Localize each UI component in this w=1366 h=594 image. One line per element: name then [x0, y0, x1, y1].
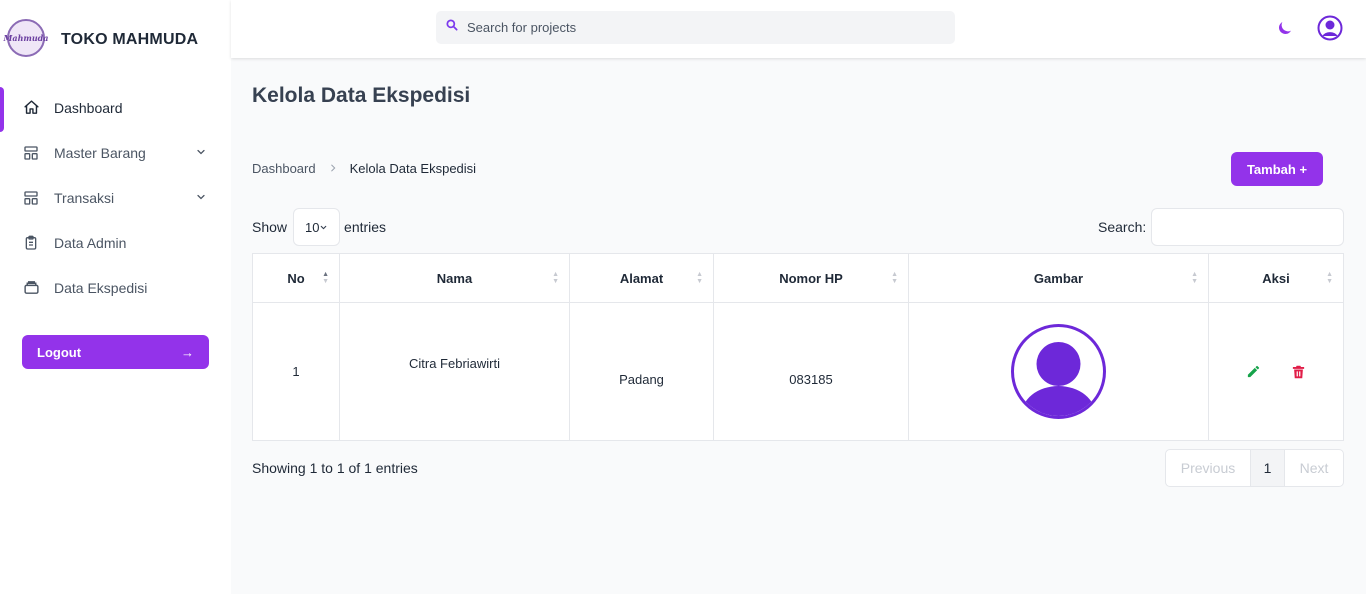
cell-nomor-hp-text: 083185 — [789, 372, 833, 387]
breadcrumb-home-link[interactable]: Dashboard — [252, 161, 316, 176]
brand: Mahmuda TOKO MAHMUDA — [0, 0, 231, 58]
sidebar-item-label: Transaksi — [54, 189, 115, 206]
column-label: No — [287, 270, 305, 286]
pagination-page-1[interactable]: 1 — [1250, 450, 1285, 486]
table-search-label: Search: — [1098, 219, 1147, 235]
sort-icon: ▲ ▼ — [891, 271, 898, 285]
edit-icon[interactable] — [1246, 364, 1261, 379]
brand-name: TOKO MAHMUDA — [61, 31, 199, 48]
sidebar-item-transaksi[interactable]: Transaksi — [0, 175, 231, 220]
cell-nama-text: Citra Febriawirti — [408, 356, 500, 371]
profile-image — [1011, 324, 1106, 419]
chevron-down-icon[interactable] — [195, 145, 207, 163]
chevron-down-icon — [320, 225, 326, 229]
home-icon — [22, 99, 40, 117]
user-avatar-icon — [1021, 342, 1096, 416]
sidebar-item-label: Data Admin — [54, 234, 127, 251]
arrow-right-icon: → — [181, 344, 194, 360]
show-label: Show — [252, 219, 288, 235]
breadcrumb: Dashboard Kelola Data Ekspedisi — [252, 161, 476, 176]
entries-label: entries — [344, 219, 387, 235]
column-label: Nama — [436, 270, 473, 286]
column-label: Aksi — [1262, 270, 1290, 286]
sidebar-item-label: Dashboard — [54, 99, 123, 116]
logout-label: Logout — [37, 344, 82, 360]
sidebar-item-label: Master Barang — [54, 144, 146, 161]
ekspedisi-table: No ▲ ▼ Nama ▲ ▼ Alamat ▲ ▼ Nomor HP ▲ ▼ Gamb… — [252, 253, 1344, 441]
search-icon — [445, 18, 459, 37]
cell-nomor-hp: 083185 — [713, 302, 909, 441]
pagination-previous[interactable]: Previous — [1166, 450, 1250, 486]
column-header-nomor-hp[interactable]: Nomor HP ▲ ▼ — [713, 253, 909, 303]
column-label: Gambar — [1033, 270, 1084, 286]
cell-aksi — [1208, 302, 1344, 441]
moon-icon[interactable] — [1276, 19, 1294, 42]
chevron-down-icon[interactable] — [195, 190, 207, 208]
logo-text: Mahmuda — [3, 33, 49, 43]
sort-icon: ▲ ▼ — [552, 271, 559, 285]
sort-icon: ▲ ▼ — [696, 271, 703, 285]
pagination: Previous 1 Next — [1165, 449, 1344, 487]
table-search: Search: — [1098, 208, 1345, 246]
pagination-next[interactable]: Next — [1285, 450, 1343, 486]
column-header-nama[interactable]: Nama ▲ ▼ — [339, 253, 570, 303]
clipboard-icon — [22, 234, 40, 252]
sidebar-item-data-admin[interactable]: Data Admin — [0, 220, 231, 265]
table-header-row: No ▲ ▼ Nama ▲ ▼ Alamat ▲ ▼ Nomor HP ▲ ▼ Gamb… — [252, 253, 1344, 303]
sidebar-item-dashboard[interactable]: Dashboard — [0, 85, 231, 132]
cell-alamat: Padang — [569, 302, 714, 441]
cell-gambar — [908, 302, 1209, 441]
entries-length-control: Show 10 entries — [252, 208, 386, 246]
entries-select[interactable]: 10 — [293, 208, 341, 246]
sidebar-item-label: Data Ekspedisi — [54, 279, 148, 296]
column-header-aksi[interactable]: Aksi ▲ ▼ — [1208, 253, 1344, 303]
user-avatar-icon[interactable] — [1317, 15, 1343, 41]
table-info: Showing 1 to 1 of 1 entries — [252, 460, 418, 476]
column-label: Alamat — [619, 270, 664, 286]
table-row: 1 Citra Febriawirti Padang 083185 — [252, 302, 1344, 441]
trash-icon[interactable] — [1291, 364, 1306, 380]
column-label: Nomor HP — [779, 270, 843, 286]
sidebar-item-data-ekspedisi[interactable]: Data Ekspedisi — [0, 265, 231, 310]
sort-icon: ▲ ▼ — [1326, 271, 1333, 285]
entries-select-value: 10 — [305, 219, 320, 235]
chevron-right-icon — [328, 161, 338, 176]
layout-icon — [22, 144, 40, 162]
column-header-alamat[interactable]: Alamat ▲ ▼ — [569, 253, 714, 303]
cell-alamat-text: Padang — [619, 372, 664, 387]
search-bar — [436, 11, 955, 44]
layout-icon — [22, 189, 40, 207]
column-header-gambar[interactable]: Gambar ▲ ▼ — [908, 253, 1209, 303]
table-search-input[interactable] — [1151, 208, 1345, 246]
sidebar-nav: Dashboard Master Barang Transaksi Data A… — [0, 85, 231, 310]
search-input[interactable] — [467, 20, 937, 35]
breadcrumb-current: Kelola Data Ekspedisi — [349, 161, 477, 176]
brand-logo[interactable]: Mahmuda — [4, 19, 48, 57]
column-header-no[interactable]: No ▲ ▼ — [252, 253, 340, 303]
top-header — [231, 0, 1366, 58]
cell-no: 1 — [252, 302, 340, 441]
inbox-icon — [22, 279, 40, 297]
logout-button[interactable]: Logout → — [22, 335, 209, 369]
page-title: Kelola Data Ekspedisi — [252, 84, 471, 107]
sort-icon: ▲ ▼ — [1191, 271, 1198, 285]
add-button[interactable]: Tambah + — [1231, 152, 1323, 186]
cell-nama: Citra Febriawirti — [339, 302, 570, 441]
sort-icon: ▲ ▼ — [322, 271, 329, 285]
sidebar: Mahmuda TOKO MAHMUDA Dashboard Master Ba… — [0, 0, 231, 594]
sidebar-item-master-barang[interactable]: Master Barang — [0, 130, 231, 175]
